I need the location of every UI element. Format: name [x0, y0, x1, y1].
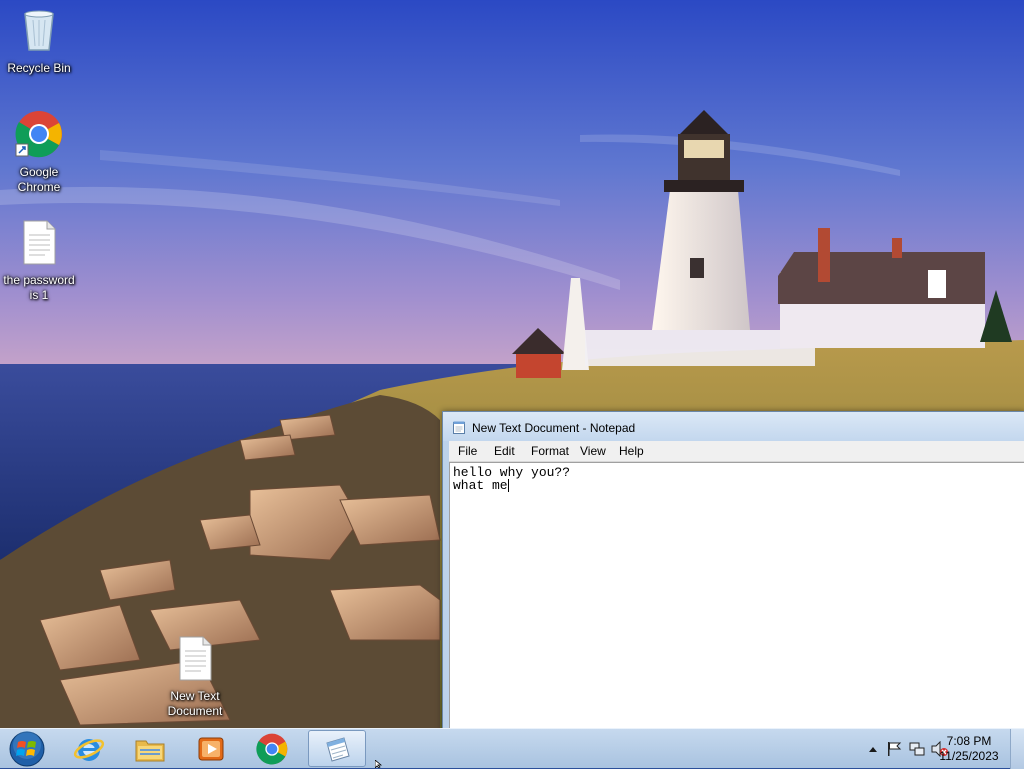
- clock-date: 11/25/2023: [939, 749, 999, 763]
- notepad-window[interactable]: New Text Document - Notepad File Edit Fo…: [442, 411, 1024, 731]
- start-button[interactable]: [0, 730, 54, 767]
- text-line: what me: [453, 478, 508, 493]
- menu-file[interactable]: File: [452, 441, 483, 461]
- desktop-icon-recycle-bin[interactable]: Recycle Bin: [0, 6, 78, 76]
- system-clock[interactable]: 7:08 PM 11/25/2023: [934, 734, 1004, 764]
- network-icon[interactable]: [909, 741, 925, 757]
- chrome-icon: [256, 733, 288, 765]
- menu-bar: File Edit Format View Help: [449, 441, 1024, 462]
- taskbar-media-player[interactable]: [182, 730, 240, 767]
- mouse-cursor-icon: [375, 760, 383, 768]
- desktop-icon-new-text-document[interactable]: New Text Document: [156, 634, 234, 719]
- desktop-icon-the-password-is-1[interactable]: the password is 1: [0, 218, 78, 303]
- text-line-current: what me: [453, 479, 1022, 492]
- notepad-icon: [326, 737, 350, 762]
- desktop-icon-label: Recycle Bin: [7, 61, 71, 75]
- taskbar-google-chrome[interactable]: [243, 730, 301, 767]
- window-title: New Text Document - Notepad: [472, 421, 636, 435]
- desktop-icon-google-chrome[interactable]: Google Chrome: [0, 110, 78, 195]
- recycle-bin-icon: [24, 10, 54, 51]
- menu-format[interactable]: Format: [525, 441, 575, 461]
- text-caret: [507, 479, 509, 492]
- show-desktop-button[interactable]: [1010, 729, 1024, 769]
- desktop-icon-label: Google Chrome: [17, 165, 61, 194]
- system-tray: 7:08 PM 11/25/2023: [834, 729, 1024, 769]
- menu-help[interactable]: Help: [613, 441, 650, 461]
- file-explorer-icon: [135, 740, 165, 762]
- text-file-icon: [23, 220, 56, 265]
- notepad-icon: [453, 421, 465, 434]
- chrome-icon: [15, 111, 62, 158]
- text-editor-area[interactable]: hello why you?? what me: [449, 462, 1024, 730]
- taskbar: 7:08 PM 11/25/2023: [0, 728, 1024, 769]
- taskbar-file-explorer[interactable]: [121, 730, 179, 767]
- taskbar-notepad[interactable]: [308, 730, 366, 767]
- text-file-icon: [179, 636, 212, 681]
- menu-view[interactable]: View: [574, 441, 612, 461]
- desktop-icon-label: the password is 1: [3, 273, 75, 302]
- start-orb-icon: [9, 731, 45, 767]
- text-line: hello why you??: [453, 465, 571, 480]
- taskbar-internet-explorer[interactable]: [60, 730, 118, 767]
- internet-explorer-icon: [73, 739, 105, 761]
- media-player-icon: [198, 737, 224, 761]
- menu-edit[interactable]: Edit: [488, 441, 521, 461]
- show-hidden-icons-icon[interactable]: [868, 745, 878, 753]
- notepad-titlebar[interactable]: New Text Document - Notepad: [443, 412, 1024, 441]
- desktop-icon-label: New Text Document: [167, 689, 223, 718]
- clock-time: 7:08 PM: [946, 734, 992, 748]
- action-center-flag-icon[interactable]: [886, 741, 902, 757]
